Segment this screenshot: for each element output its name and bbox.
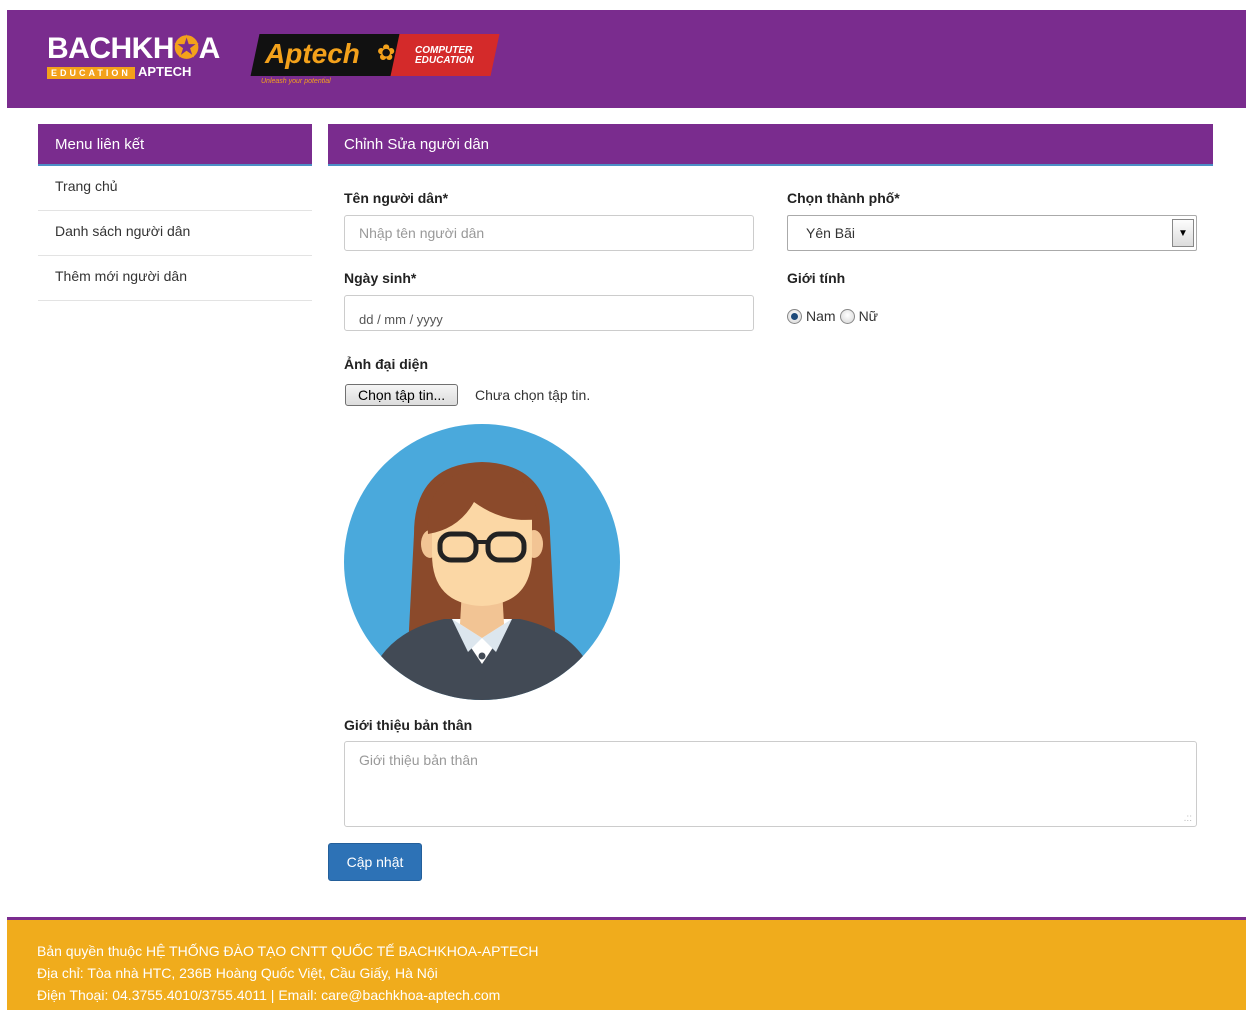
name-label: Tên người dân*	[344, 190, 449, 206]
chevron-down-icon[interactable]: ▼	[1172, 219, 1194, 247]
gender-female-label: Nữ	[858, 308, 879, 324]
bio-placeholder: Giới thiệu bản thân	[359, 752, 478, 768]
sidebar-title: Menu liên kết	[38, 124, 312, 166]
edit-panel: Chỉnh Sửa người dân	[328, 124, 1213, 166]
aptech-logo-text: Aptech	[265, 38, 360, 69]
sidebar-item-citizen-list[interactable]: Danh sách người dân	[38, 211, 312, 256]
globe-icon: ✪	[174, 32, 199, 65]
logo-bachkhoa-end: A	[198, 32, 221, 65]
panel-title: Chỉnh Sửa người dân	[328, 124, 1213, 166]
resize-grip-icon[interactable]: .::	[1184, 813, 1192, 824]
logo-tagline: Unleash your potential	[261, 78, 331, 85]
city-selected-value: Yên Bãi	[806, 225, 856, 241]
logo-bachkhoa-main: BACHKH	[47, 32, 175, 65]
logo-education-text: EDUCATION	[47, 67, 135, 79]
gender-male-label: Nam	[806, 308, 836, 324]
dob-input[interactable]: dd / mm / yyyy	[344, 295, 754, 331]
logo-aptech-subtext: APTECH	[137, 64, 192, 79]
choose-file-button[interactable]: Chọn tập tin...	[345, 384, 459, 406]
aptech-logo[interactable]: Aptech ✿ COMPUTER EDUCATION Unleash your…	[250, 34, 503, 86]
gender-radio-group: Nam Nữ	[787, 308, 878, 324]
bachkhoa-logo[interactable]: BACHKH✪A EDUCATION APTECH	[47, 34, 220, 80]
footer-address: Địa chỉ: Tòa nhà HTC, 236B Hoàng Quốc Vi…	[37, 965, 438, 981]
bio-textarea[interactable]: Giới thiệu bản thân .::	[344, 741, 1197, 827]
file-status-text: Chưa chọn tập tin.	[475, 387, 591, 403]
footer-contact: Điện Thoại: 04.3755.4010/3755.4011 | Ema…	[37, 987, 501, 1003]
sidebar-item-add-citizen[interactable]: Thêm mới người dân	[38, 256, 312, 301]
dob-placeholder: dd / mm / yyyy	[359, 311, 443, 327]
site-header: BACHKH✪A EDUCATION APTECH Aptech ✿ COMPU…	[7, 10, 1246, 108]
name-placeholder: Nhập tên người dân	[359, 225, 485, 241]
avatar-image	[344, 424, 620, 700]
gender-radio-female[interactable]	[839, 308, 855, 324]
name-input[interactable]: Nhập tên người dân	[344, 215, 754, 251]
footer-copyright: Bản quyền thuộc HỆ THỐNG ĐÀO TẠO CNTT QU…	[37, 943, 539, 959]
update-button[interactable]: Cập nhật	[328, 843, 422, 881]
dob-label: Ngày sinh*	[344, 270, 417, 286]
avatar-label: Ảnh đại diện	[344, 356, 428, 372]
gender-label: Giới tính	[787, 270, 846, 286]
logo-ce-line2: EDUCATION	[415, 55, 474, 66]
site-footer: Bản quyền thuộc HỆ THỐNG ĐÀO TẠO CNTT QU…	[7, 917, 1246, 1010]
city-label: Chọn thành phố*	[787, 190, 900, 206]
sidebar-menu: Menu liên kết Trang chủ Danh sách người …	[38, 124, 312, 301]
bio-label: Giới thiệu bản thân	[344, 717, 473, 733]
paw-icon: ✿	[377, 40, 396, 65]
city-select[interactable]: Yên Bãi ▼	[787, 215, 1197, 251]
sidebar-item-home[interactable]: Trang chủ	[38, 166, 312, 211]
gender-radio-male[interactable]	[787, 308, 802, 324]
